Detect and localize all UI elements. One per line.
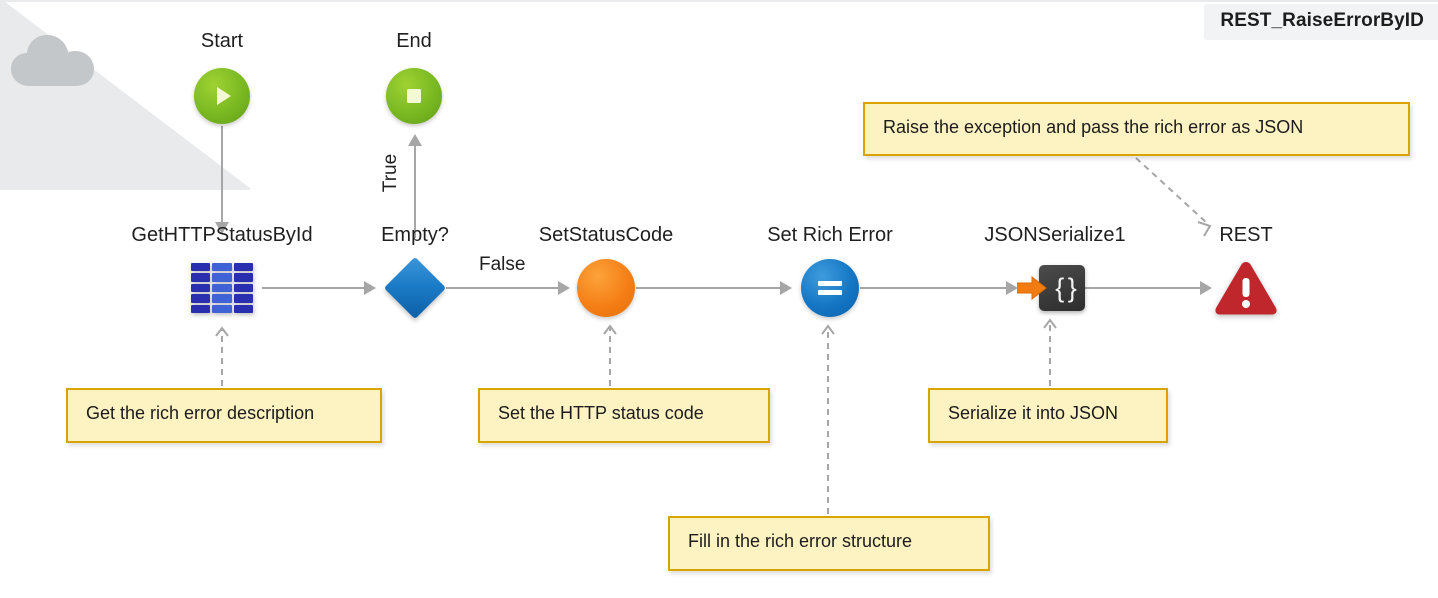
node-end[interactable]	[386, 68, 442, 124]
node-gethttpstatus[interactable]	[189, 261, 255, 315]
table-grid-icon	[189, 261, 255, 315]
note-raise-exception[interactable]: Raise the exception and pass the rich er…	[863, 102, 1410, 156]
action-circle-icon	[577, 259, 635, 317]
node-setstatuscode[interactable]	[577, 259, 635, 317]
node-label-gethttpstatus: GetHTTPStatusById	[131, 224, 313, 246]
edge-label-false: False	[479, 254, 526, 275]
note-set-http-status[interactable]: Set the HTTP status code	[478, 388, 770, 443]
node-start[interactable]	[194, 68, 250, 124]
edge-label-true: True	[380, 153, 402, 193]
node-setricherror[interactable]	[801, 259, 859, 317]
play-circle-icon	[194, 68, 250, 124]
diagram-canvas: REST_RaiseErrorByID Start End True GetHT…	[0, 0, 1438, 598]
note-serialize-json[interactable]: Serialize it into JSON	[928, 388, 1168, 443]
warning-triangle-icon	[1215, 262, 1277, 315]
node-label-setstatuscode: SetStatusCode	[538, 224, 674, 246]
decision-icon	[383, 256, 447, 320]
node-label-empty: Empty?	[381, 224, 449, 246]
note-get-rich-error[interactable]: Get the rich error description	[66, 388, 382, 443]
node-empty[interactable]	[383, 256, 447, 320]
node-label-start: Start	[200, 30, 244, 52]
orange-input-arrow-icon	[1017, 276, 1047, 300]
note-fill-rich-error[interactable]: Fill in the rich error structure	[668, 516, 990, 571]
stop-circle-icon	[386, 68, 442, 124]
node-label-jsonserialize: JSONSerialize1	[984, 224, 1126, 246]
node-label-end: End	[396, 30, 432, 52]
assign-equals-icon	[801, 259, 859, 317]
node-label-setricherror: Set Rich Error	[767, 224, 893, 246]
node-label-rest: REST	[1219, 224, 1273, 246]
node-rest[interactable]	[1213, 259, 1279, 322]
